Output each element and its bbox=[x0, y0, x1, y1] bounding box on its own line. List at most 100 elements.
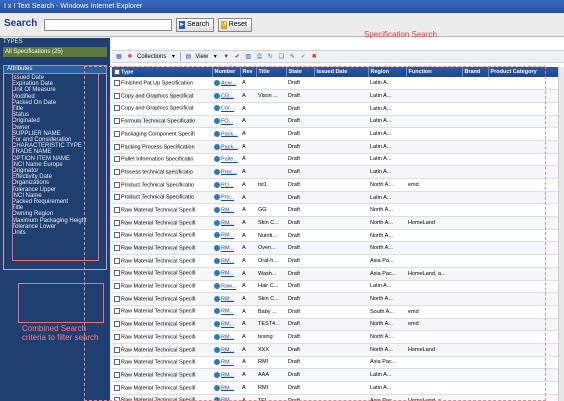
cell-number[interactable]: RM... bbox=[212, 267, 240, 281]
cell-number[interactable]: RM... bbox=[212, 254, 240, 268]
table-row[interactable]: Raw Material Technical Specifi RM... A XXX D… bbox=[112, 343, 564, 357]
search-input[interactable] bbox=[44, 19, 172, 31]
delete-icon[interactable]: ✖ bbox=[310, 53, 318, 61]
collections-menu[interactable]: Collections bbox=[137, 54, 166, 60]
row-checkbox[interactable] bbox=[114, 257, 120, 264]
row-checkbox[interactable] bbox=[114, 181, 120, 188]
cell-number-text[interactable]: RM... bbox=[221, 271, 234, 277]
cell-number[interactable]: RM... bbox=[212, 203, 240, 218]
tag-icon[interactable]: ✔ bbox=[233, 53, 241, 61]
table-row[interactable]: Packaging Component Specifi Pack... A Draft… bbox=[112, 127, 564, 141]
table-row[interactable]: Raw Material Technical Specifi RM... A AAA D… bbox=[112, 368, 564, 382]
row-checkbox[interactable] bbox=[114, 156, 120, 163]
table-row[interactable]: Finished Pat Up Specification Aow... A Draf… bbox=[112, 77, 564, 91]
table-row[interactable]: Copy and Graphics Specificat Cor... A Draft… bbox=[112, 102, 564, 116]
cell-number[interactable]: RM... bbox=[212, 241, 240, 256]
export-icon[interactable]: ▧ bbox=[244, 53, 252, 61]
cell-number-text[interactable]: RM... bbox=[221, 347, 234, 353]
row-checkbox[interactable] bbox=[114, 245, 120, 252]
cell-number-text[interactable]: Cor... bbox=[221, 106, 234, 112]
refresh-icon[interactable]: ↻ bbox=[266, 53, 274, 61]
cell-number-text[interactable]: RM... bbox=[221, 246, 234, 252]
table-row[interactable]: Raw Material Technical Specifi RM... A Wash… bbox=[112, 267, 564, 281]
column-header[interactable]: Title bbox=[256, 67, 287, 77]
cell-number-text[interactable]: Pack... bbox=[221, 131, 238, 137]
cell-number-text[interactable]: CG... bbox=[221, 93, 234, 99]
filter-icon[interactable]: ▼ bbox=[222, 53, 230, 61]
table-row[interactable]: Raw Material Technical Specifi RM... A TEST… bbox=[112, 318, 564, 332]
column-header[interactable]: State bbox=[286, 67, 315, 77]
cell-number-text[interactable]: Raw... bbox=[221, 284, 236, 290]
edit-icon[interactable]: ✎ bbox=[288, 53, 296, 61]
table-row[interactable]: Process technical specificatio Proc... A Dr… bbox=[112, 165, 564, 179]
cell-number-text[interactable]: Pack... bbox=[221, 144, 238, 150]
table-row[interactable]: Product Technical Specificatio Pro... A Dra… bbox=[112, 191, 564, 205]
table-row[interactable]: Raw Material Technical Specifi RM... A Oven… bbox=[112, 241, 564, 256]
vertical-scrollbar[interactable] bbox=[558, 67, 564, 401]
cell-number[interactable]: RM... bbox=[212, 318, 240, 332]
row-checkbox[interactable] bbox=[114, 295, 120, 302]
table-row[interactable]: Formula Technical Specificatio FO... A Draf… bbox=[112, 115, 564, 129]
table-row[interactable]: Raw Material Technical Specifi RM... A Oral… bbox=[112, 254, 564, 268]
row-checkbox[interactable] bbox=[114, 79, 120, 86]
row-checkbox[interactable] bbox=[114, 321, 120, 328]
cell-number-text[interactable]: Aow... bbox=[221, 80, 236, 86]
row-checkbox[interactable] bbox=[114, 333, 120, 340]
cell-number[interactable]: RM... bbox=[212, 216, 240, 230]
column-header[interactable]: Rev bbox=[240, 67, 257, 77]
table-row[interactable]: Copy and Graphics Specificat CG... A Vison … bbox=[112, 89, 564, 103]
cell-number[interactable]: RM... bbox=[212, 356, 240, 370]
cell-number-text[interactable]: RM... bbox=[221, 372, 234, 378]
cell-number-text[interactable]: FO... bbox=[221, 119, 233, 125]
grid-icon[interactable]: ▦ bbox=[115, 53, 123, 61]
print-icon[interactable]: ⎙ bbox=[255, 53, 263, 61]
table-row[interactable]: Raw Material Technical Specifi RM... A TEL D… bbox=[112, 394, 564, 401]
row-checkbox[interactable] bbox=[114, 219, 120, 226]
row-checkbox[interactable] bbox=[114, 194, 120, 201]
cell-number-text[interactable]: RM... bbox=[221, 334, 234, 340]
column-header[interactable]: Product Category bbox=[488, 67, 564, 77]
cell-number-text[interactable]: RM... bbox=[221, 309, 234, 315]
table-row[interactable]: Raw Material Technical Specifi Raw... A Hai… bbox=[112, 280, 564, 294]
cell-number[interactable]: PO... bbox=[212, 178, 240, 192]
cell-number-text[interactable]: PO... bbox=[221, 182, 234, 188]
cell-number-text[interactable]: RM... bbox=[221, 220, 234, 226]
cell-number-text[interactable]: Palle... bbox=[221, 157, 238, 163]
cell-number-text[interactable]: RM... bbox=[221, 258, 234, 264]
reset-button[interactable]: ↺ Reset bbox=[218, 18, 252, 32]
attribute-item[interactable]: Units bbox=[12, 230, 106, 236]
table-row[interactable]: Raw Material Technical Specifi RM... A Skin… bbox=[112, 292, 564, 306]
cell-number-text[interactable]: Proc... bbox=[221, 169, 237, 175]
table-row[interactable]: Raw Material Technical Specifi RM... A Baby… bbox=[112, 305, 564, 319]
cell-number[interactable]: Raw... bbox=[212, 280, 240, 294]
row-checkbox[interactable] bbox=[114, 283, 120, 290]
column-header[interactable]: Function bbox=[406, 67, 463, 77]
cell-number[interactable]: RM... bbox=[212, 394, 240, 401]
column-header[interactable]: Number bbox=[212, 67, 241, 77]
cell-number-text[interactable]: RM... bbox=[221, 207, 234, 213]
row-checkbox[interactable] bbox=[114, 130, 120, 137]
row-checkbox[interactable] bbox=[114, 346, 120, 353]
row-checkbox[interactable] bbox=[114, 232, 120, 239]
table-row[interactable]: Raw Material Technical Specifi RM... A Skin… bbox=[112, 216, 564, 230]
cell-number[interactable]: CG... bbox=[212, 89, 240, 103]
table-row[interactable]: Raw Material Technical Specifi RM... A Nutr… bbox=[112, 229, 564, 243]
column-header[interactable]: Issued Date bbox=[314, 67, 369, 77]
row-checkbox[interactable] bbox=[114, 270, 120, 277]
types-select[interactable]: All Specifications (25) bbox=[3, 47, 107, 57]
column-header[interactable]: Type bbox=[112, 67, 213, 77]
cell-number[interactable]: RM... bbox=[212, 381, 240, 395]
table-row[interactable]: Raw Material Technical Specifi RM... Atesi… bbox=[112, 330, 564, 344]
attributes-header[interactable]: Attributes bbox=[3, 65, 107, 74]
row-checkbox[interactable] bbox=[114, 384, 120, 391]
check-icon[interactable]: ✓ bbox=[299, 53, 307, 61]
cell-number-text[interactable]: RM... bbox=[221, 296, 234, 302]
row-checkbox[interactable] bbox=[114, 308, 120, 315]
row-checkbox[interactable] bbox=[114, 397, 120, 401]
table-row[interactable]: Product Technical Specificatio PO... Atst1… bbox=[112, 178, 564, 192]
cell-number[interactable]: FO... bbox=[212, 115, 240, 129]
cell-number[interactable]: Pro... bbox=[212, 191, 240, 205]
cell-number[interactable]: RM... bbox=[212, 229, 240, 243]
collections-icon[interactable]: ❖ bbox=[126, 53, 134, 61]
view-icon[interactable]: ▤ bbox=[184, 53, 192, 61]
